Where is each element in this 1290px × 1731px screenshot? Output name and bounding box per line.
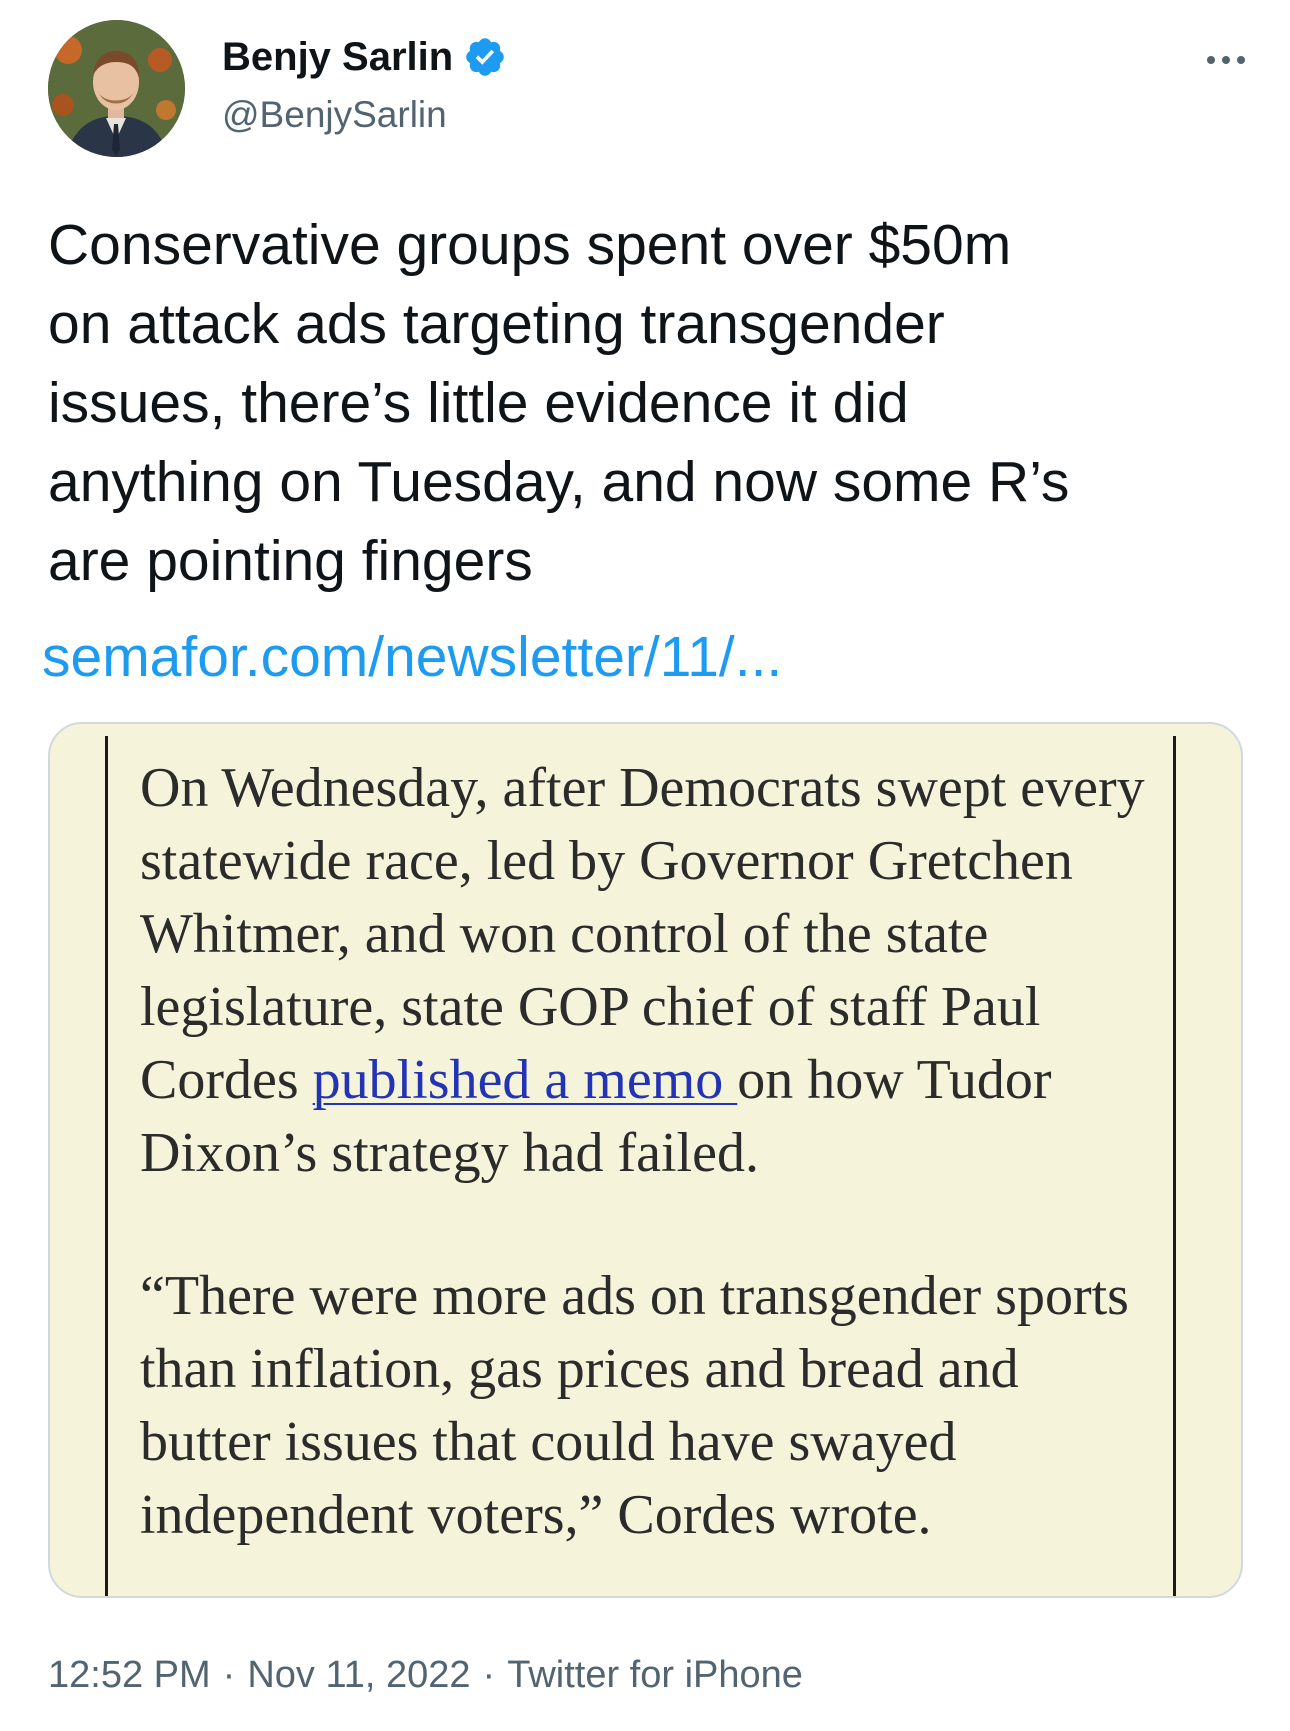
verified-badge-icon (466, 38, 504, 76)
tweet-metadata: 12:52 PM · Nov 11, 2022 · Twitter for iPhone (48, 1650, 803, 1700)
tweet-date[interactable]: Nov 11, 2022 (247, 1654, 470, 1696)
excerpt-paragraph-1: On Wednesday, after Democrats swept ever… (140, 752, 1150, 1190)
author-name-row[interactable]: Benjy Sarlin (222, 32, 507, 82)
excerpt-link: published a memo (312, 1049, 738, 1111)
separator: · (222, 1654, 236, 1696)
excerpt-paragraph-2: “There were more ads on transgender spor… (140, 1265, 1129, 1546)
separator: · (482, 1654, 496, 1696)
tweet-source: Twitter for iPhone (507, 1654, 803, 1696)
column-rule-left (105, 736, 108, 1596)
column-rule-right (1173, 736, 1176, 1596)
display-name[interactable]: Benjy Sarlin (222, 32, 453, 82)
article-excerpt: On Wednesday, after Democrats swept ever… (140, 752, 1150, 1552)
tweet-media-image[interactable]: On Wednesday, after Democrats swept ever… (48, 722, 1243, 1598)
avatar[interactable] (48, 20, 185, 157)
author-handle[interactable]: @BenjySarlin (222, 92, 447, 138)
tweet-link[interactable]: semafor.com/newsletter/11/... (42, 618, 782, 697)
more-options-icon[interactable] (1202, 40, 1250, 80)
tweet-time[interactable]: 12:52 PM (48, 1654, 211, 1696)
tweet-text: Conservative groups spent over $50m on a… (48, 213, 1070, 593)
